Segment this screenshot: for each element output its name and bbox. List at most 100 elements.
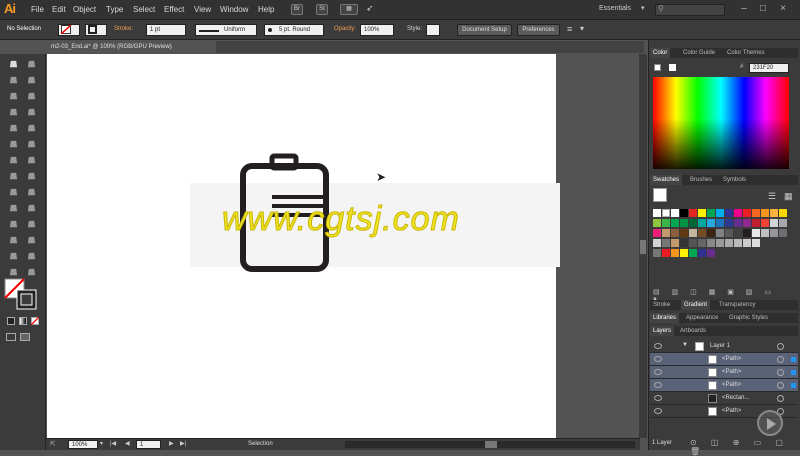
gradient-mode-icon[interactable]	[19, 317, 27, 325]
maximize-icon[interactable]: □	[756, 2, 770, 16]
pen-tool-icon[interactable]	[9, 92, 18, 100]
previous-artboard-icon[interactable]: ◀	[125, 440, 130, 447]
mesh-tool-icon[interactable]	[9, 204, 18, 212]
column-graph-tool-icon[interactable]	[27, 236, 36, 244]
target-circle-icon[interactable]	[777, 369, 784, 376]
perspective-grid-tool-icon[interactable]	[27, 188, 36, 196]
selection-tool-icon[interactable]	[9, 60, 18, 68]
pasteboard[interactable]	[556, 54, 639, 438]
artboard-field[interactable]: 1	[136, 440, 161, 449]
share-icon[interactable]: ⇱	[50, 440, 56, 448]
free-transform-tool-icon[interactable]	[27, 172, 36, 180]
workspace-switcher[interactable]: Essentials	[599, 5, 631, 12]
zoom-dropdown-icon[interactable]: ▾	[100, 440, 103, 447]
selection-indicator-icon[interactable]	[791, 370, 796, 375]
opacity-label[interactable]: Opacity:	[334, 26, 356, 32]
layer-name[interactable]: <Path>	[722, 379, 741, 392]
color-white-icon[interactable]	[669, 64, 676, 71]
layer-row-layer1[interactable]: ▼ Layer 1	[650, 340, 798, 353]
layer-name[interactable]: <Rectan...	[722, 392, 750, 405]
visibility-eye-icon[interactable]	[654, 369, 662, 375]
target-circle-icon[interactable]	[777, 356, 784, 363]
tab-transparency[interactable]: Transparency	[716, 300, 758, 310]
tab-stroke[interactable]: Stroke	[650, 300, 673, 310]
first-artboard-icon[interactable]: |◀	[110, 440, 116, 447]
menu-file[interactable]: File	[31, 5, 44, 14]
tab-artboards[interactable]: Artboards	[677, 326, 709, 336]
tab-symbols[interactable]: Symbols	[720, 175, 749, 185]
artboard-tool-icon[interactable]	[9, 252, 18, 260]
document-tab[interactable]: m2-03_End.ai* @ 100% (RGB/GPU Preview)	[46, 41, 216, 53]
tab-libraries[interactable]: Libraries	[650, 313, 680, 323]
menu-help[interactable]: Help	[258, 5, 274, 14]
color-spectrum[interactable]	[653, 77, 789, 169]
layer-row-rectangle[interactable]: <Rectan...	[650, 392, 798, 405]
shaper-tool-icon[interactable]	[9, 140, 18, 148]
layer-name[interactable]: <Path>	[722, 366, 741, 379]
variable-width-profile[interactable]: Uniform	[195, 24, 257, 36]
vertical-scroll-thumb[interactable]	[640, 240, 646, 254]
type-tool-icon[interactable]	[9, 108, 18, 116]
list-view-icon[interactable]: ☰	[768, 191, 776, 202]
stroke-swatch[interactable]	[85, 24, 107, 36]
last-artboard-icon[interactable]: ▶|	[180, 440, 186, 447]
menu-effect[interactable]: Effect	[164, 5, 184, 14]
target-circle-icon[interactable]	[777, 395, 784, 402]
stroke-label[interactable]: Stroke:	[114, 26, 133, 32]
arrange-documents-icon[interactable]: ▦	[340, 4, 358, 15]
scale-tool-icon[interactable]	[27, 156, 36, 164]
target-circle-icon[interactable]	[777, 382, 784, 389]
menu-edit[interactable]: Edit	[52, 5, 66, 14]
menu-select[interactable]: Select	[133, 5, 155, 14]
rectangle-tool-icon[interactable]	[9, 124, 18, 132]
width-tool-icon[interactable]	[9, 172, 18, 180]
graphic-style-swatch[interactable]	[426, 24, 440, 36]
gradient-tool-icon[interactable]	[27, 204, 36, 212]
fill-swatch[interactable]	[58, 24, 80, 36]
layer-row-path[interactable]: <Path>	[650, 353, 798, 366]
brush-definition[interactable]: 5 pt. Round	[264, 24, 324, 36]
none-mode-icon[interactable]	[31, 317, 39, 325]
align-icon[interactable]: ≡	[567, 24, 572, 34]
blend-tool-icon[interactable]	[27, 220, 36, 228]
visibility-eye-icon[interactable]	[654, 408, 662, 414]
tab-graphic-styles[interactable]: Graphic Styles	[726, 313, 771, 323]
menu-view[interactable]: View	[194, 5, 211, 14]
screen-mode-icon[interactable]	[20, 333, 30, 341]
layer-actions[interactable]: ⊙ ◫ ⊕ ▭ ▢ 🗑	[690, 438, 800, 456]
vertical-scrollbar[interactable]	[639, 54, 647, 438]
tab-color[interactable]: Color	[650, 48, 671, 58]
selection-indicator-icon[interactable]	[791, 383, 796, 388]
preferences-button[interactable]: Preferences	[517, 24, 560, 36]
swatch-actions[interactable]: ▤ ▥ ◫ ▦ ▣ ▧ ▭ ▮	[653, 288, 789, 304]
tab-swatches[interactable]: Swatches	[650, 175, 683, 185]
expand-triangle-icon[interactable]: ▼	[682, 339, 688, 352]
tab-appearance[interactable]: Appearance	[683, 313, 721, 323]
color-mode-icon[interactable]	[7, 317, 15, 325]
lasso-tool-icon[interactable]	[27, 76, 36, 84]
visibility-eye-icon[interactable]	[654, 343, 662, 349]
zoom-tool-icon[interactable]	[27, 268, 36, 276]
horizontal-scrollbar[interactable]	[345, 441, 635, 448]
eraser-tool-icon[interactable]	[27, 140, 36, 148]
tab-layers[interactable]: Layers	[650, 326, 675, 336]
hex-field[interactable]: 231F20	[749, 63, 789, 73]
chevron-down-icon[interactable]: ▾	[641, 4, 645, 12]
visibility-eye-icon[interactable]	[654, 356, 662, 362]
play-button-icon[interactable]	[757, 410, 783, 436]
layer-name[interactable]: <Path>	[722, 405, 741, 418]
next-artboard-icon[interactable]: ▶	[169, 440, 174, 447]
tab-color-themes[interactable]: Color Themes	[724, 48, 768, 58]
gpu-rocket-icon[interactable]: ➶	[366, 3, 374, 14]
stock-button[interactable]: St	[316, 4, 328, 15]
zoom-field[interactable]: 100%	[68, 440, 98, 449]
status-mode[interactable]: Selection	[248, 441, 273, 447]
layer-name[interactable]: <Path>	[722, 353, 741, 366]
bridge-button[interactable]: Br	[291, 4, 303, 15]
slice-tool-icon[interactable]	[27, 252, 36, 260]
layer-name[interactable]: Layer 1	[710, 340, 730, 353]
draw-mode-icon[interactable]	[6, 333, 16, 341]
fill-stroke-indicator[interactable]	[4, 278, 40, 312]
paintbrush-tool-icon[interactable]	[27, 124, 36, 132]
horizontal-scroll-thumb[interactable]	[485, 441, 497, 448]
